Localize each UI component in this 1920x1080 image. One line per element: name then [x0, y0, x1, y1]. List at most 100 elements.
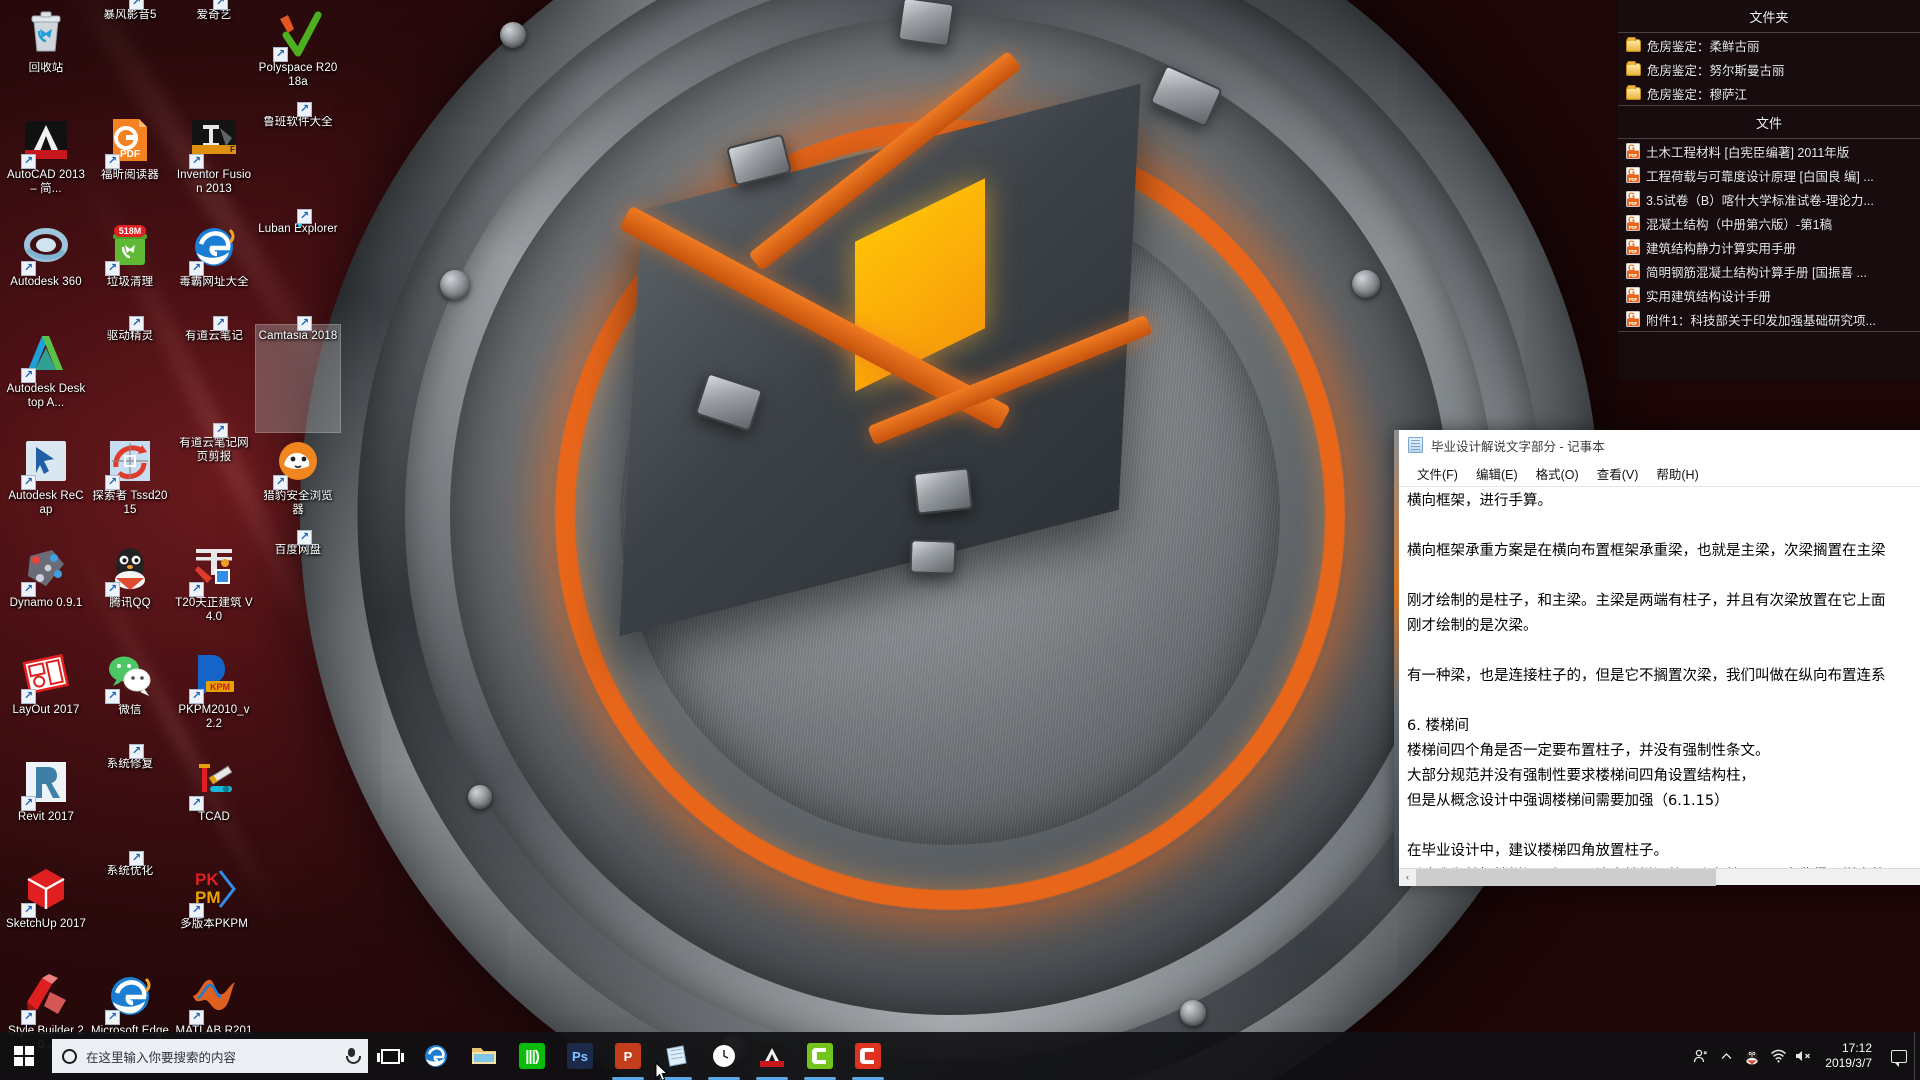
tssd-icon[interactable]: 探索者 Tssd2015 — [88, 432, 172, 539]
file-list-item[interactable]: 混凝土结构（中册第六版）-第1稿 — [1618, 211, 1920, 235]
desktop-icon-label: 福昕阅读器 — [101, 169, 159, 181]
polyspace-icon[interactable]: Polyspace R2018a — [256, 4, 340, 111]
luban-suite-icon[interactable]: 鲁班软件大全 — [256, 102, 340, 218]
notepad-titlebar[interactable]: 毕业设计解说文字部分 - 记事本 — [1399, 430, 1920, 461]
file-list-item[interactable]: 建筑结构静力计算实用手册 — [1618, 235, 1920, 259]
scrollbar-thumb[interactable] — [1416, 869, 1716, 886]
file-list-item[interactable]: 土木工程材料 [白宪臣编著] 2011年版 — [1618, 139, 1920, 163]
action-center-icon[interactable] — [1884, 1032, 1914, 1080]
file-list-item[interactable]: 3.5试卷（B）喀什大学标准试卷-理论力... — [1618, 187, 1920, 211]
taskbar-green-video-app-icon[interactable]: |||) — [508, 1032, 556, 1080]
folder-icon — [1626, 84, 1641, 100]
duba-nav-icon[interactable]: 毒霸网址大全 — [172, 218, 256, 325]
desktop-icon-label: 有道云笔记网页剪报 — [179, 437, 249, 463]
desktop-icon-grid[interactable]: 回收站 暴风影音5 iQIYi爱奇艺 Polyspace R2018a Auto… — [4, 0, 344, 1074]
pdf-file-icon — [1626, 191, 1640, 207]
youdao-note-icon[interactable]: 有道云笔记 — [172, 316, 256, 432]
shortcut-overlay-icon — [21, 368, 36, 383]
folder-list-item[interactable]: 危房鉴定：柔鲜古丽 — [1618, 33, 1920, 57]
chevron-up-icon[interactable] — [1713, 1032, 1739, 1080]
search-input[interactable]: 在这里输入你要搜索的内容 — [52, 1039, 368, 1073]
taskbar-clock-app-icon[interactable] — [700, 1032, 748, 1080]
driver-genius-icon[interactable]: 驱驱动精灵 — [88, 316, 172, 432]
autodesk-recap-icon[interactable]: Autodesk ReCap — [4, 432, 88, 539]
tcad-icon[interactable]: TCAD — [172, 753, 256, 860]
tangent-t20-icon[interactable]: T20天正建筑 V4.0 — [172, 539, 256, 646]
taskbar-autocad-icon[interactable] — [748, 1032, 796, 1080]
wifi-icon[interactable] — [1765, 1032, 1791, 1080]
junk-cleaner-icon[interactable]: 518M 垃圾清理 — [88, 218, 172, 325]
notepad-window[interactable]: 毕业设计解说文字部分 - 记事本 文件(F) 编辑(E) 格式(O) 查看(V) 帮助(… — [1394, 430, 1920, 886]
clock[interactable]: 17:12 2019/3/7 — [1817, 1032, 1884, 1080]
notepad-blank-line — [1403, 814, 1920, 839]
baidu-netdisk-icon[interactable]: 百度网盘 — [256, 530, 340, 646]
foxit-reader-icon[interactable]: PDF 福昕阅读器 — [88, 111, 172, 218]
person-icon[interactable] — [1687, 1032, 1713, 1080]
system-tray[interactable]: 17:12 2019/3/7 — [1687, 1032, 1920, 1080]
taskbar-app-list[interactable]: |||) Ps P — [412, 1032, 892, 1080]
file-list-item[interactable]: 简明钢筋混凝土结构计算手册 [国振喜 ... — [1618, 259, 1920, 283]
notepad-menu-item[interactable]: 文件(F) — [1408, 462, 1467, 485]
camtasia-icon[interactable]: Camtasia 2018 — [255, 316, 341, 433]
pdf-file-icon — [1626, 311, 1640, 327]
svg-text:F: F — [230, 145, 235, 154]
taskbar-camtasia-recorder-icon[interactable] — [844, 1032, 892, 1080]
microphone-icon[interactable] — [345, 1047, 361, 1065]
dynamo-icon[interactable]: Dynamo 0.9.1 — [4, 539, 88, 646]
notepad-menubar[interactable]: 文件(F) 编辑(E) 格式(O) 查看(V) 帮助(H) — [1399, 461, 1920, 486]
pkpm-icon[interactable]: KPM PKPM2010_v2.2 — [172, 646, 256, 753]
file-list-item[interactable]: 工程荷载与可靠度设计原理 [白国良 编] ... — [1618, 163, 1920, 187]
autodesk-desktop-app-icon[interactable]: Autodesk Desktop A... — [4, 325, 88, 432]
desktop-file-panel[interactable]: 文件夹 危房鉴定：柔鲜古丽危房鉴定：努尔斯曼古丽危房鉴定：穆萨江 文件 土木工程… — [1618, 0, 1920, 380]
file-list[interactable]: 土木工程材料 [白宪臣编著] 2011年版工程荷载与可靠度设计原理 [白国良 编… — [1618, 139, 1920, 331]
system-optimize-icon[interactable]: 系统优化 — [88, 851, 172, 967]
taskbar-camtasia-icon[interactable] — [796, 1032, 844, 1080]
start-button[interactable] — [0, 1032, 48, 1080]
notepad-horizontal-scrollbar[interactable]: ‹ — [1399, 868, 1920, 886]
scroll-left-arrow-icon[interactable]: ‹ — [1399, 868, 1416, 886]
notepad-menu-item[interactable]: 格式(O) — [1527, 462, 1588, 485]
tencent-qq-icon[interactable]: 腾讯QQ — [88, 539, 172, 646]
folder-list[interactable]: 危房鉴定：柔鲜古丽 危房鉴定：努尔斯曼古丽 危房鉴定：穆萨江 — [1618, 33, 1920, 105]
pdf-file-icon — [1626, 143, 1640, 159]
baofeng-player-icon[interactable]: 暴风影音5 — [88, 0, 172, 111]
file-list-item[interactable]: 实用建筑结构设计手册 — [1618, 283, 1920, 307]
taskbar-microsoft-edge-icon[interactable] — [412, 1032, 460, 1080]
system-repair-icon[interactable]: 系统修复 — [88, 744, 172, 860]
task-view-button[interactable] — [368, 1032, 412, 1080]
notepad-menu-item[interactable]: 帮助(H) — [1647, 462, 1707, 485]
folder-list-item[interactable]: 危房鉴定：穆萨江 — [1618, 81, 1920, 105]
autocad-icon[interactable]: AutoCAD 2013 – 简... — [4, 111, 88, 218]
notepad-menu-item[interactable]: 查看(V) — [1588, 462, 1648, 485]
recycle-bin-icon[interactable]: 回收站 — [4, 4, 88, 111]
show-desktop-button[interactable] — [1914, 1032, 1920, 1080]
taskbar-microsoft-powerpoint-icon[interactable]: P — [604, 1032, 652, 1080]
file-name: 简明钢筋混凝土结构计算手册 [国振喜 ... — [1646, 265, 1867, 280]
youdao-clipper-icon[interactable]: 有道云笔记网页剪报 — [172, 423, 256, 539]
file-list-item[interactable]: 附件1：科技部关于印发加强基础研究项... — [1618, 307, 1920, 331]
notepad-text-area[interactable]: 横向框架，进行手算。 横向框架承重方案是在横向布置框架承重梁，也就是主梁，次梁搁置… — [1399, 486, 1920, 868]
wechat-icon[interactable]: 微信 — [88, 646, 172, 753]
iqiyi-icon[interactable]: iQIYi爱奇艺 — [172, 0, 256, 111]
inventor-fusion-icon[interactable]: F Inventor Fusion 2013 — [172, 111, 256, 218]
cheetah-browser-icon[interactable]: 猎豹安全浏览器 — [256, 432, 340, 539]
notepad-menu-item[interactable]: 编辑(E) — [1467, 462, 1527, 485]
volume-muted-icon[interactable] — [1791, 1032, 1817, 1080]
notepad-text-line: 刚才绘制的是柱子，和主梁。主梁是两端有柱子，并且有次梁放置在它上面 — [1407, 593, 1886, 609]
taskbar[interactable]: 在这里输入你要搜索的内容 |||) Ps P 17:12 2019/3/7 — [0, 1032, 1920, 1080]
luban-explorer-icon[interactable]: ELuban Explorer — [256, 209, 340, 325]
qq-penguin-icon[interactable] — [1739, 1032, 1765, 1080]
microsoft-powerpoint-glyph: P — [615, 1043, 641, 1069]
folder-list-item[interactable]: 危房鉴定：努尔斯曼古丽 — [1618, 57, 1920, 81]
taskbar-file-explorer-icon[interactable] — [460, 1032, 508, 1080]
shortcut-overlay-icon — [21, 475, 36, 490]
notepad-text-line: 有一种梁，也是连接柱子的，但是它不搁置次梁，我们叫做在纵向布置连系 — [1407, 668, 1886, 684]
layout-icon[interactable]: LayOut 2017 — [4, 646, 88, 753]
sketchup-icon[interactable]: SketchUp 2017 — [4, 860, 88, 967]
revit-icon[interactable]: Revit 2017 — [4, 753, 88, 860]
autodesk-360-icon[interactable]: Autodesk 360 — [4, 218, 88, 325]
shortcut-overlay-icon — [213, 0, 228, 10]
taskbar-adobe-photoshop-icon[interactable]: Ps — [556, 1032, 604, 1080]
multi-pkpm-icon[interactable]: PK PM 多版本PKPM — [172, 860, 256, 967]
desktop-icon-label: 腾讯QQ — [109, 597, 151, 609]
